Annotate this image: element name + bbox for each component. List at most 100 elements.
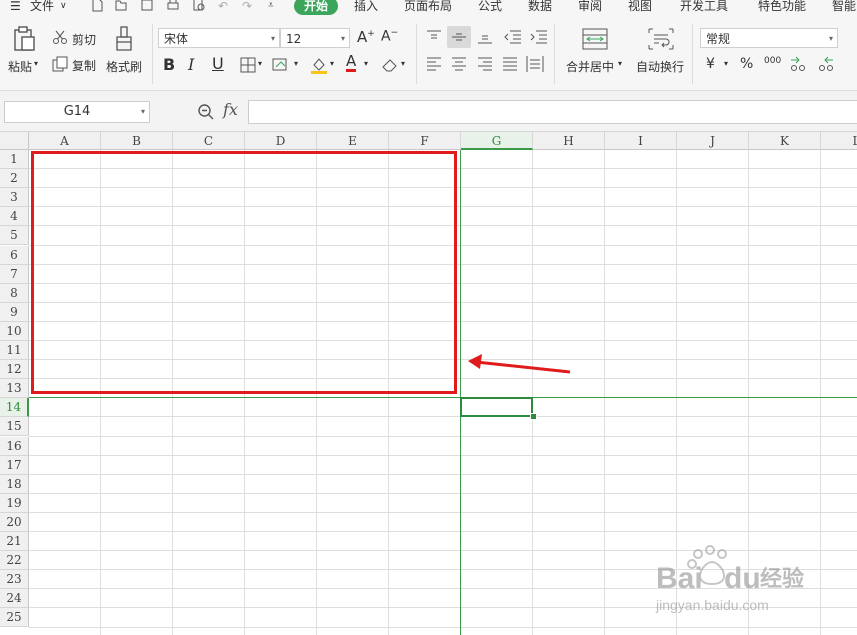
font-size-select[interactable]: 12 ▾ bbox=[280, 28, 350, 48]
column-header-k[interactable]: K bbox=[749, 132, 821, 150]
wrap-text-button[interactable]: 自动换行 bbox=[636, 58, 684, 75]
tab-page-layout[interactable]: 页面布局 bbox=[404, 0, 452, 15]
row-header-8[interactable]: 8 bbox=[0, 283, 29, 303]
row-header-13[interactable]: 13 bbox=[0, 379, 29, 399]
row-header-17[interactable]: 17 bbox=[0, 455, 29, 475]
tab-view[interactable]: 视图 bbox=[628, 0, 652, 15]
column-header-g[interactable]: G bbox=[461, 132, 533, 150]
decrease-decimal-icon[interactable] bbox=[816, 55, 834, 73]
row-header-11[interactable]: 11 bbox=[0, 341, 29, 361]
increase-indent-icon[interactable] bbox=[530, 30, 548, 44]
tab-developer[interactable]: 开发工具 bbox=[680, 0, 728, 15]
row-header-15[interactable]: 15 bbox=[0, 417, 29, 437]
font-name-select[interactable]: 宋体 ▾ bbox=[158, 28, 280, 48]
tab-insert[interactable]: 插入 bbox=[354, 0, 378, 15]
row-header-22[interactable]: 22 bbox=[0, 551, 29, 571]
row-header-1[interactable]: 1 bbox=[0, 150, 29, 170]
distributed-align-icon[interactable] bbox=[526, 55, 544, 73]
tab-data[interactable]: 数据 bbox=[528, 0, 552, 15]
align-left-icon[interactable] bbox=[426, 57, 442, 71]
align-center-icon[interactable] bbox=[451, 57, 467, 71]
row-header-18[interactable]: 18 bbox=[0, 474, 29, 494]
chevron-down-icon[interactable]: ▾ bbox=[294, 59, 298, 68]
wrap-text-icon[interactable] bbox=[648, 28, 674, 50]
align-top-icon[interactable] bbox=[426, 30, 442, 44]
column-header-c[interactable]: C bbox=[173, 132, 245, 150]
fill-color-icon[interactable] bbox=[310, 56, 328, 74]
tab-smart[interactable]: 智能 bbox=[832, 0, 856, 15]
paste-dropdown-icon[interactable]: ▾ bbox=[34, 59, 38, 68]
zoom-icon[interactable] bbox=[197, 103, 215, 121]
italic-icon[interactable]: I bbox=[188, 55, 194, 74]
align-bottom-icon[interactable] bbox=[477, 30, 493, 44]
number-format-select[interactable]: 常规 ▾ bbox=[700, 28, 838, 48]
row-header-6[interactable]: 6 bbox=[0, 245, 29, 265]
tab-review[interactable]: 审阅 bbox=[578, 0, 602, 15]
merge-center-icon[interactable] bbox=[582, 28, 608, 50]
column-header-l[interactable]: L bbox=[821, 132, 857, 150]
chevron-down-icon[interactable]: ∨ bbox=[60, 0, 67, 15]
row-header-5[interactable]: 5 bbox=[0, 226, 29, 246]
row-header-19[interactable]: 19 bbox=[0, 493, 29, 513]
select-all-corner[interactable] bbox=[0, 132, 29, 150]
row-header-10[interactable]: 10 bbox=[0, 321, 29, 341]
column-header-d[interactable]: D bbox=[245, 132, 317, 150]
row-header-16[interactable]: 16 bbox=[0, 436, 29, 456]
new-file-icon[interactable] bbox=[90, 0, 104, 12]
column-header-a[interactable]: A bbox=[29, 132, 101, 150]
fill-style-icon[interactable] bbox=[272, 57, 290, 73]
chevron-down-icon[interactable]: ▾ bbox=[141, 102, 145, 122]
chevron-down-icon[interactable]: ▾ bbox=[258, 59, 262, 68]
decrease-indent-icon[interactable] bbox=[504, 30, 522, 44]
row-header-7[interactable]: 7 bbox=[0, 264, 29, 284]
row-header-20[interactable]: 20 bbox=[0, 512, 29, 532]
row-header-14[interactable]: 14 bbox=[0, 398, 29, 418]
insert-function-button[interactable]: fx bbox=[223, 100, 238, 119]
font-color-icon[interactable]: A bbox=[346, 53, 357, 72]
row-header-23[interactable]: 23 bbox=[0, 570, 29, 590]
name-box[interactable]: G14 ▾ bbox=[4, 101, 150, 123]
undo-icon[interactable]: ↶ bbox=[218, 0, 228, 15]
bold-icon[interactable]: B bbox=[163, 55, 175, 74]
chevron-down-icon[interactable]: ▾ bbox=[330, 59, 334, 68]
column-header-i[interactable]: I bbox=[605, 132, 677, 150]
customize-quick-access-icon[interactable]: ⩡ bbox=[268, 0, 274, 15]
increase-font-size-icon[interactable]: A+ bbox=[357, 28, 375, 46]
row-header-4[interactable]: 4 bbox=[0, 207, 29, 227]
row-header-21[interactable]: 21 bbox=[0, 532, 29, 552]
eraser-icon[interactable] bbox=[381, 57, 399, 73]
percent-format-button[interactable]: % bbox=[740, 56, 753, 72]
thousands-separator-button[interactable]: 000 bbox=[764, 56, 781, 66]
save-icon[interactable] bbox=[140, 0, 154, 12]
increase-decimal-icon[interactable] bbox=[790, 55, 808, 73]
scissors-icon[interactable] bbox=[52, 29, 68, 45]
row-header-2[interactable]: 2 bbox=[0, 169, 29, 189]
active-cell-g14[interactable] bbox=[460, 397, 533, 417]
align-right-icon[interactable] bbox=[477, 57, 493, 71]
format-painter-button[interactable]: 格式刷 bbox=[106, 58, 142, 75]
tab-home[interactable]: 开始 bbox=[294, 0, 339, 15]
chevron-down-icon[interactable]: ▾ bbox=[724, 59, 728, 68]
row-header-24[interactable]: 24 bbox=[0, 589, 29, 609]
copy-button[interactable]: 复制 bbox=[72, 57, 96, 74]
column-header-h[interactable]: H bbox=[533, 132, 605, 150]
formula-input[interactable] bbox=[248, 100, 857, 124]
redo-icon[interactable]: ↷ bbox=[242, 0, 252, 15]
borders-icon[interactable] bbox=[240, 57, 256, 73]
underline-icon[interactable]: U bbox=[212, 54, 224, 73]
merge-center-button[interactable]: 合并居中 bbox=[566, 58, 614, 75]
menu-icon[interactable]: ☰ bbox=[10, 0, 21, 15]
currency-format-button[interactable]: ¥ bbox=[706, 56, 715, 72]
row-header-12[interactable]: 12 bbox=[0, 360, 29, 380]
column-header-b[interactable]: B bbox=[101, 132, 173, 150]
chevron-down-icon[interactable]: ▾ bbox=[364, 59, 368, 68]
column-header-e[interactable]: E bbox=[317, 132, 389, 150]
chevron-down-icon[interactable]: ▾ bbox=[618, 59, 622, 68]
print-icon[interactable] bbox=[166, 0, 180, 12]
menu-file[interactable]: 文件 bbox=[30, 0, 54, 15]
row-header-3[interactable]: 3 bbox=[0, 188, 29, 208]
column-header-f[interactable]: F bbox=[389, 132, 461, 150]
cut-button[interactable]: 剪切 bbox=[72, 31, 96, 48]
copy-icon[interactable] bbox=[52, 56, 68, 72]
row-header-25[interactable]: 25 bbox=[0, 608, 29, 628]
